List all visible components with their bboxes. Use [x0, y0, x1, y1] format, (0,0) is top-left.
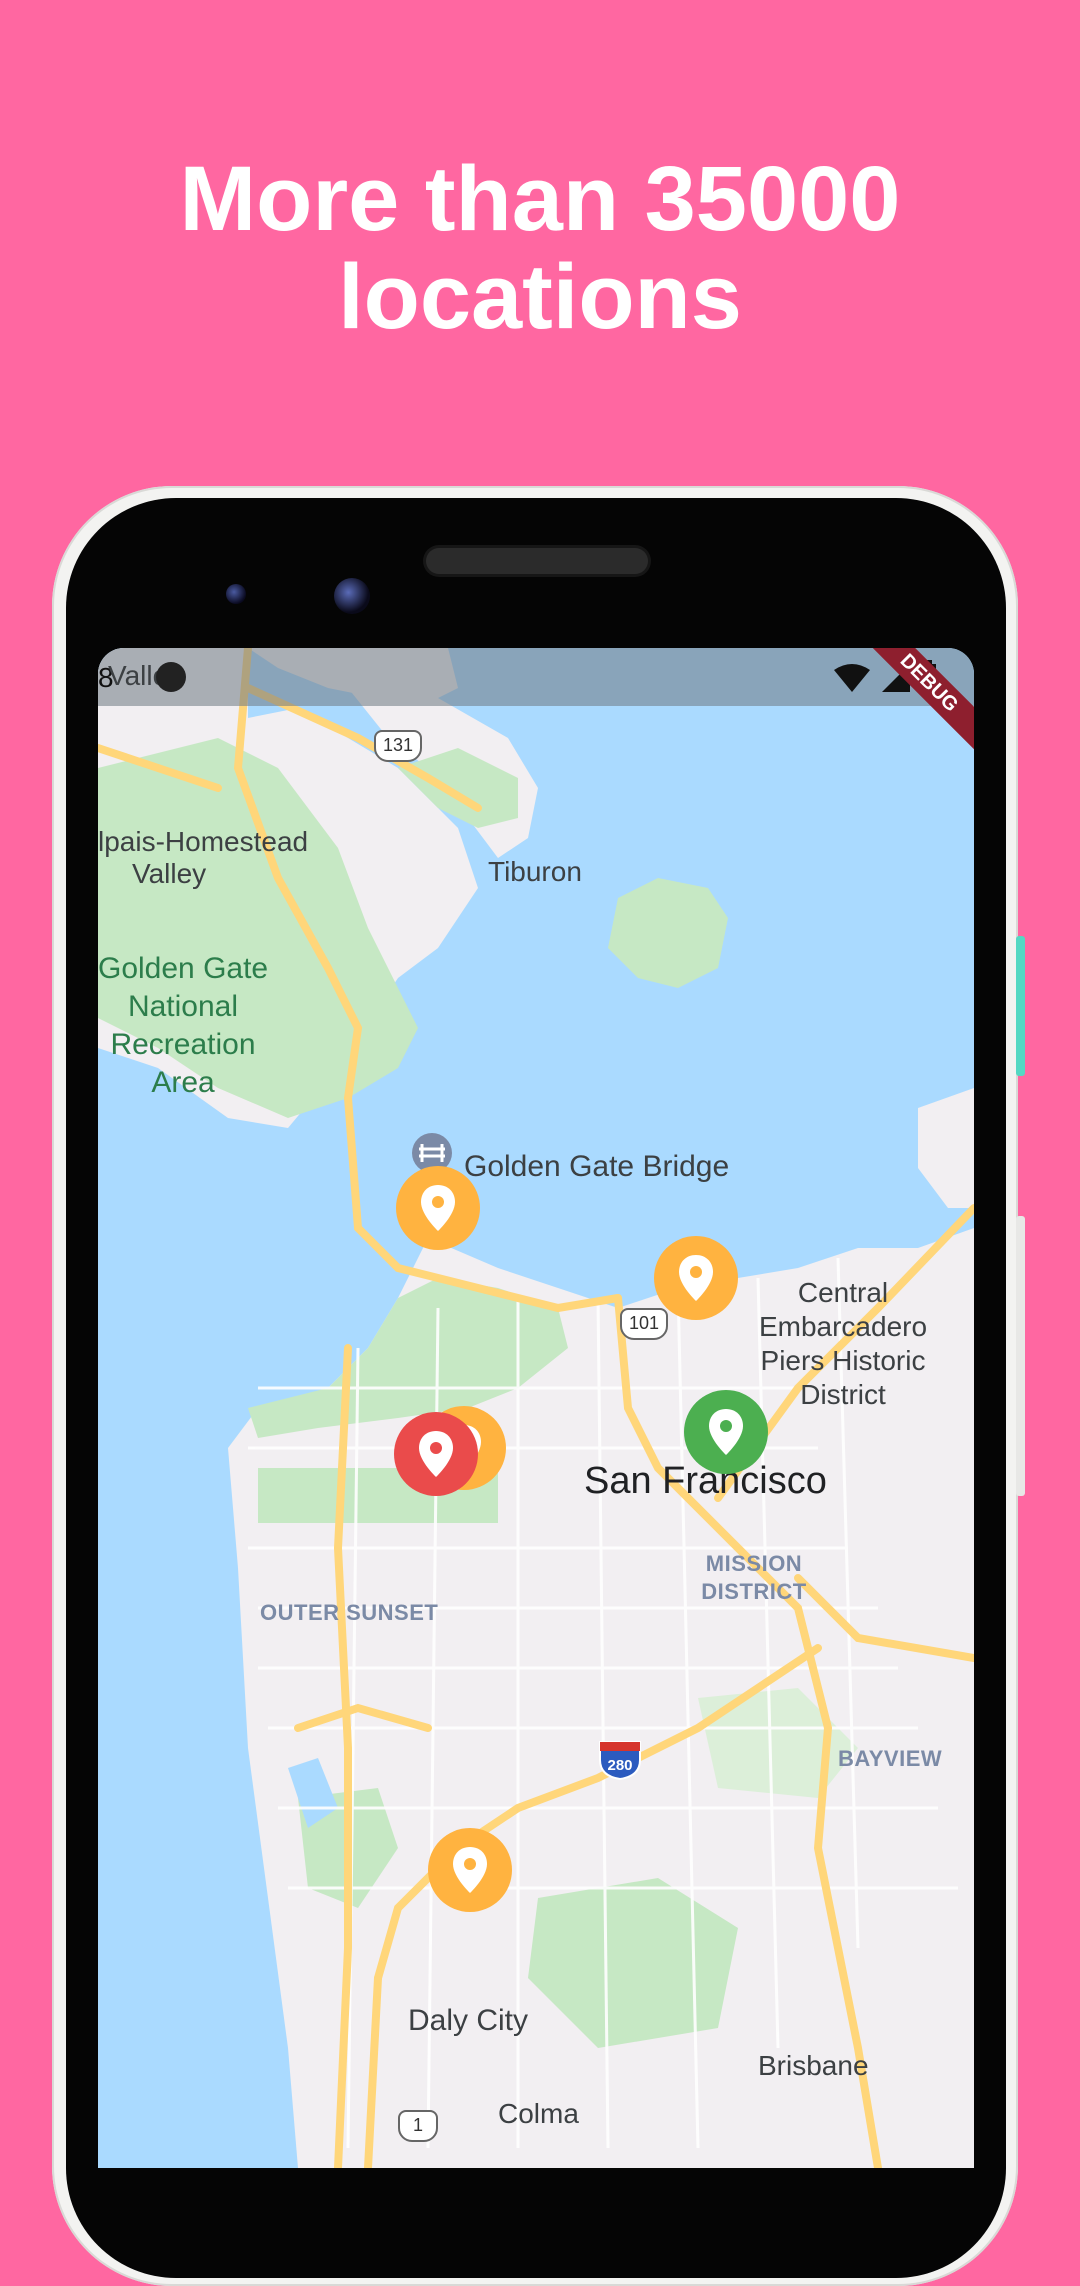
map-marker-south[interactable] — [428, 1828, 512, 1912]
location-pin-icon — [421, 1185, 455, 1231]
location-pin-icon — [419, 1431, 453, 1477]
label-colma: Colma — [498, 2098, 579, 2129]
label-bayview: BAYVIEW — [838, 1746, 943, 1771]
label-mill-valley: lpais-Homestead Valley — [98, 826, 309, 889]
status-bar: 8 Valley — [98, 648, 974, 706]
interstate-280-shield: 280 — [599, 1741, 641, 1780]
highway-1-shield: 1 — [398, 2110, 438, 2142]
label-ggnra: Golden Gate National Recreation Area — [98, 952, 269, 1099]
location-pin-icon — [453, 1847, 487, 1893]
phone-front-camera — [334, 578, 370, 614]
location-pin-icon — [679, 1255, 713, 1301]
map-marker-north-beach[interactable] — [654, 1236, 738, 1320]
label-embarcadero: Central Embarcadero Piers Historic Distr… — [758, 1277, 928, 1410]
wifi-icon — [834, 664, 870, 692]
headline-line-2: locations — [338, 246, 742, 348]
label-brisbane: Brisbane — [758, 2050, 869, 2081]
headline-line-1: More than 35000 — [179, 148, 901, 250]
map-marker-park-red[interactable] — [394, 1412, 478, 1496]
phone-speaker — [426, 548, 648, 574]
label-daly-city: Daly City — [408, 2004, 529, 2037]
highway-101-shield: 101 — [620, 1308, 668, 1340]
phone-sensor — [226, 584, 246, 604]
highway-131-shield: 131 — [374, 730, 422, 762]
location-pin-icon — [709, 1409, 743, 1455]
phone-volume-button — [1016, 1216, 1025, 1496]
label-outer-sunset: OUTER SUNSET — [260, 1600, 439, 1625]
label-golden-gate-bridge: Golden Gate Bridge — [464, 1150, 730, 1183]
notification-icon — [156, 662, 186, 692]
map-marker-golden-gate[interactable] — [396, 1166, 480, 1250]
map-marker-downtown[interactable] — [684, 1390, 768, 1474]
headline: More than 35000 locations — [0, 150, 1080, 346]
label-mission-district: MISSION DISTRICT — [701, 1551, 807, 1604]
phone-power-button — [1016, 936, 1025, 1076]
app-screen: Tiburon lpais-Homestead Valley Golden Ga… — [98, 648, 974, 2168]
svg-text:280: 280 — [607, 1757, 632, 1774]
label-tiburon: Tiburon — [488, 856, 582, 887]
